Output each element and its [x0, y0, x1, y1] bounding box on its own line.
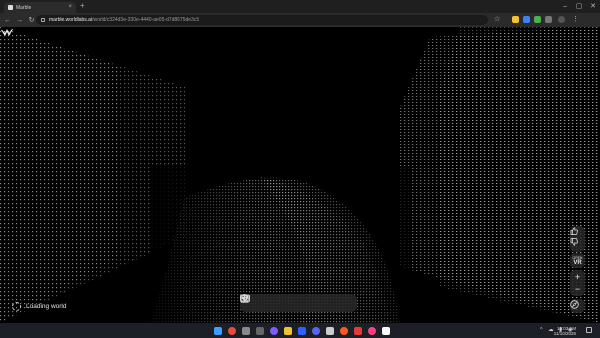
- taskbar-app-icon[interactable]: [270, 327, 278, 335]
- reload-icon[interactable]: ↻: [27, 16, 36, 25]
- file-explorer-icon[interactable]: [284, 327, 292, 335]
- info-icon[interactable]: [240, 294, 284, 309]
- extension-icon[interactable]: [512, 16, 519, 23]
- taskbar-app-icon[interactable]: [298, 327, 306, 335]
- taskbar-app-icon[interactable]: [242, 327, 250, 335]
- tab-close-icon[interactable]: ×: [68, 4, 72, 10]
- clock[interactable]: 10:03 AM 11/10/2025: [554, 326, 576, 336]
- site-info-icon[interactable]: [41, 18, 45, 22]
- taskbar-app-icon[interactable]: [382, 327, 390, 335]
- camera-icon[interactable]: [240, 294, 305, 309]
- taskbar-app-icon[interactable]: [326, 327, 334, 335]
- window-controls: – ▢ ✕: [558, 0, 600, 13]
- clock-date: 11/10/2025: [553, 331, 576, 336]
- point-cloud-scene: [0, 27, 600, 323]
- minimize-button[interactable]: –: [558, 0, 572, 13]
- bottom-action-bar: [240, 294, 357, 312]
- tab-marble[interactable]: Marble ×: [4, 2, 76, 13]
- maximize-button[interactable]: ▢: [572, 0, 586, 13]
- download-icon[interactable]: [241, 294, 263, 309]
- os-taskbar: ^ ☁ ▮ ◉ 10:03 AM 11/10/2025: [0, 323, 600, 338]
- profile-avatar[interactable]: [558, 16, 565, 23]
- marble-logo-icon[interactable]: [0, 27, 14, 39]
- taskbar-app-icon[interactable]: [256, 327, 264, 335]
- taskbar-app-icon[interactable]: [368, 327, 376, 335]
- compass-icon[interactable]: [570, 300, 585, 312]
- loading-spinner-icon: [12, 302, 21, 311]
- notifications-icon[interactable]: [586, 327, 592, 333]
- bookmark-star-icon[interactable]: ☆: [494, 16, 501, 23]
- taskbar-app-icon[interactable]: [340, 327, 348, 335]
- tab-title: Marble: [16, 4, 32, 11]
- thumbs-down-icon[interactable]: [570, 238, 585, 250]
- share-icon[interactable]: [240, 294, 347, 309]
- start-windows-icon[interactable]: [214, 327, 222, 335]
- browser-menu-icon[interactable]: ⋮: [572, 16, 579, 23]
- keyboard-icon[interactable]: [240, 294, 326, 309]
- new-tab-button[interactable]: +: [80, 1, 85, 10]
- forward-icon[interactable]: →: [15, 16, 24, 25]
- zoom-in-icon[interactable]: +: [570, 271, 585, 283]
- browser-toolbar: ← → ↻ marble.worldlabs.ai /world/c324d3e…: [0, 13, 600, 27]
- extension-icon[interactable]: [534, 16, 541, 23]
- taskbar-app-icon[interactable]: [354, 327, 362, 335]
- close-window-button[interactable]: ✕: [586, 0, 600, 13]
- loading-text: Loading world: [26, 303, 67, 310]
- extension-icon[interactable]: [523, 16, 530, 23]
- world-viewport[interactable]: Loading world OPEN VR + −: [0, 27, 600, 323]
- taskbar-app-icon[interactable]: [312, 327, 320, 335]
- loading-indicator: Loading world: [12, 302, 66, 311]
- extensions-puzzle-icon[interactable]: [545, 16, 552, 23]
- marble-favicon-icon: [8, 5, 13, 10]
- url-path: /world/c324d3e-330e-4440-ae05-d7d8675de3…: [92, 17, 200, 23]
- vr-label: VR: [573, 259, 582, 266]
- back-icon[interactable]: ←: [3, 16, 12, 25]
- zoom-out-icon[interactable]: −: [570, 283, 585, 295]
- address-bar[interactable]: marble.worldlabs.ai /world/c324d3e-330e-…: [36, 15, 488, 25]
- browser-tab-bar: Marble × + – ▢ ✕: [0, 0, 600, 13]
- chrome-app-icon[interactable]: [228, 327, 236, 335]
- open-vr-button[interactable]: OPEN VR: [570, 254, 585, 267]
- url-host: marble.worldlabs.ai: [49, 17, 93, 23]
